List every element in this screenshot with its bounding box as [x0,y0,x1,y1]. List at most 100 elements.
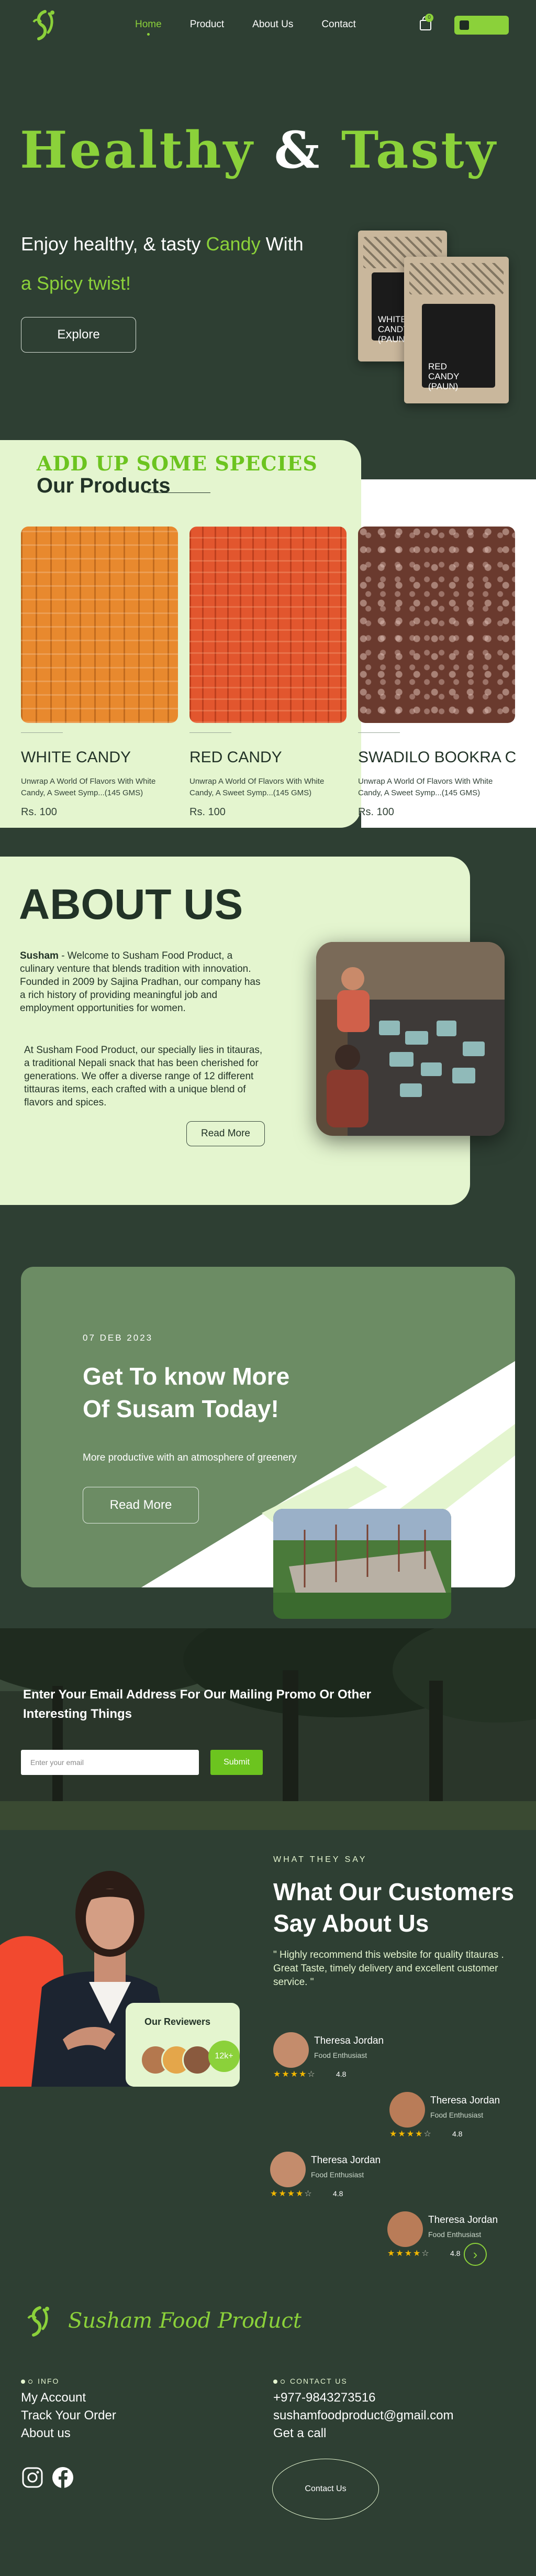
hero-title-amp: & [274,120,322,180]
hero-subtitle-2: a Spicy twist! [21,272,131,294]
bag-pattern [409,263,504,294]
product-price: Rs. 100 [189,806,226,818]
review-name: Theresa Jordan [430,2095,500,2106]
product-price: Rs. 100 [21,806,57,818]
star-rating-icon: ★★★★☆ [389,2130,432,2139]
email-input[interactable] [21,1750,199,1775]
know-more-title: Get To know More Of Susam Today! [83,1360,289,1425]
product-card[interactable]: WHITE CANDY Unwrap A World Of Flavors Wi… [21,527,178,818]
hero-sub-b: With [265,233,304,255]
footer-link-track-order[interactable]: Track Your Order [21,2408,116,2423]
main-menu: Home Product About Us Contact [135,19,356,36]
next-arrow-icon[interactable]: › [464,2243,487,2266]
reviewers-card: Our Reviewers 12k+ [126,2003,240,2087]
products-title: Our Products [37,474,171,497]
about-paragraph-1: Susham - Welcome to Susham Food Product,… [20,949,266,1015]
footer-link-about-us[interactable]: About us [21,2426,71,2441]
product-image[interactable] [189,527,347,723]
review-rating: 4.8 [333,2189,343,2198]
forest-background [0,1628,536,1830]
site-image [273,1509,451,1619]
hero-subtitle: Enjoy healthy, & tasty Candy With [21,233,304,255]
review-item: Theresa Jordan Food Enthusiast ★★★★☆ 4.8 [389,2092,520,2139]
workers-image [316,942,505,1136]
account-button[interactable] [454,16,509,35]
product-card[interactable]: RED CANDY Unwrap A World Of Flavors With… [189,527,347,818]
footer-get-call[interactable]: Get a call [273,2426,326,2441]
product-name[interactable]: RED CANDY [189,749,347,766]
review-name: Theresa Jordan [428,2215,498,2226]
know-more-section: 07 DEB 2023 Get To know More Of Susam To… [0,1236,536,1628]
about-title: ABOUT US [19,881,243,928]
contact-us-button[interactable]: Contact Us [272,2459,379,2519]
hero-title-healthy: Healthy [20,120,255,180]
instagram-icon[interactable] [21,2466,44,2489]
hero-sub-highlight: Candy [206,233,261,255]
product-image[interactable] [358,527,515,723]
product-description: Unwrap A World Of Flavors With White Can… [189,777,325,797]
about-photo [316,942,505,1136]
newsletter-section: Enter Your Email Address For Our Mailing… [0,1628,536,1830]
product-image[interactable] [21,527,178,723]
product-description: Unwrap A World Of Flavors With White Can… [358,777,493,797]
facebook-icon[interactable] [51,2466,74,2489]
review-avatar [387,2211,423,2247]
site-header: Home Product About Us Contact 0 [0,0,536,52]
review-item: Theresa Jordan Food Enthusiast ★★★★☆ 4.8 [273,2032,404,2079]
footer-email[interactable]: sushamfoodproduct@gmail.com [273,2408,454,2423]
testimonials-title: What Our Customers Say About Us [273,1876,514,1939]
review-item: Theresa Jordan Food Enthusiast ★★★★☆ 4.8 [387,2211,518,2258]
footer-contact-heading: CONTACT US [273,2377,348,2385]
bag-label-line: CANDY [428,371,460,381]
submit-button[interactable]: Submit [210,1750,263,1775]
review-rating: 4.8 [450,2249,461,2257]
nav-product[interactable]: Product [190,19,224,30]
testimonials-title-line-2: Say About Us [273,1910,429,1937]
product-name[interactable]: WHITE CANDY [21,749,178,766]
testimonial-quote: " Highly recommend this website for qual… [273,1949,504,1988]
product-card[interactable]: SWADILO BOOKRA C Unwrap A World Of Flavo… [358,527,516,818]
review-role: Food Enthusiast [311,2171,364,2179]
product-name[interactable]: SWADILO BOOKRA C [358,749,516,766]
products-section: ADD UP SOME SPECIES Our Products WHITE C… [0,388,536,828]
star-rating-icon: ★★★★☆ [270,2189,313,2198]
know-title-line-1: Get To know More [83,1363,290,1390]
footer-info-heading: INFO [21,2377,59,2385]
product-price: Rs. 100 [358,806,394,818]
review-role: Food Enthusiast [430,2111,484,2119]
bag-label-red: RED CANDY (PAUN) [428,361,460,391]
construction-photo [273,1509,451,1619]
nav-home[interactable]: Home [135,19,162,36]
title-underline [148,492,210,493]
divider [358,732,400,733]
info-heading-text: INFO [38,2377,60,2385]
hero-section: Healthy & Tasty Enjoy healthy, & tasty C… [0,52,536,403]
bag-label-line: RED [428,361,447,371]
logo-icon[interactable] [26,6,64,44]
footer-phone[interactable]: +977-9843273516 [273,2391,376,2405]
wallet-icon [460,20,469,30]
site-footer: Susham Food Product INFO My Account Trac… [0,2290,536,2559]
review-role: Food Enthusiast [314,2051,367,2059]
star-rating-icon: ★★★★☆ [273,2070,316,2079]
about-section: ABOUT US Susham - Welcome to Susham Food… [0,828,536,1236]
review-role: Food Enthusiast [428,2230,482,2239]
know-more-read-button[interactable]: Read More [83,1487,199,1523]
review-avatar [389,2092,425,2128]
cart-count-badge: 0 [425,14,433,22]
testimonials-kicker: WHAT THEY SAY [273,1855,367,1864]
hero-title-tasty: Tasty [341,120,498,180]
nav-about-us[interactable]: About Us [252,19,293,30]
product-bags-image: WHITE CANDY (PAUN) RED CANDY (PAUN) [358,231,515,403]
nav-contact[interactable]: Contact [321,19,355,30]
reviewer-avatar [182,2045,213,2075]
footer-link-my-account[interactable]: My Account [21,2391,86,2405]
contact-heading-text: CONTACT US [290,2377,348,2385]
review-rating: 4.8 [452,2130,463,2138]
review-name: Theresa Jordan [311,2155,381,2166]
divider [21,732,63,733]
explore-button[interactable]: Explore [21,317,136,353]
footer-logo-icon[interactable] [21,2303,59,2340]
about-read-more-button[interactable]: Read More [186,1121,265,1146]
reviewers-title: Our Reviewers [144,2016,211,2027]
